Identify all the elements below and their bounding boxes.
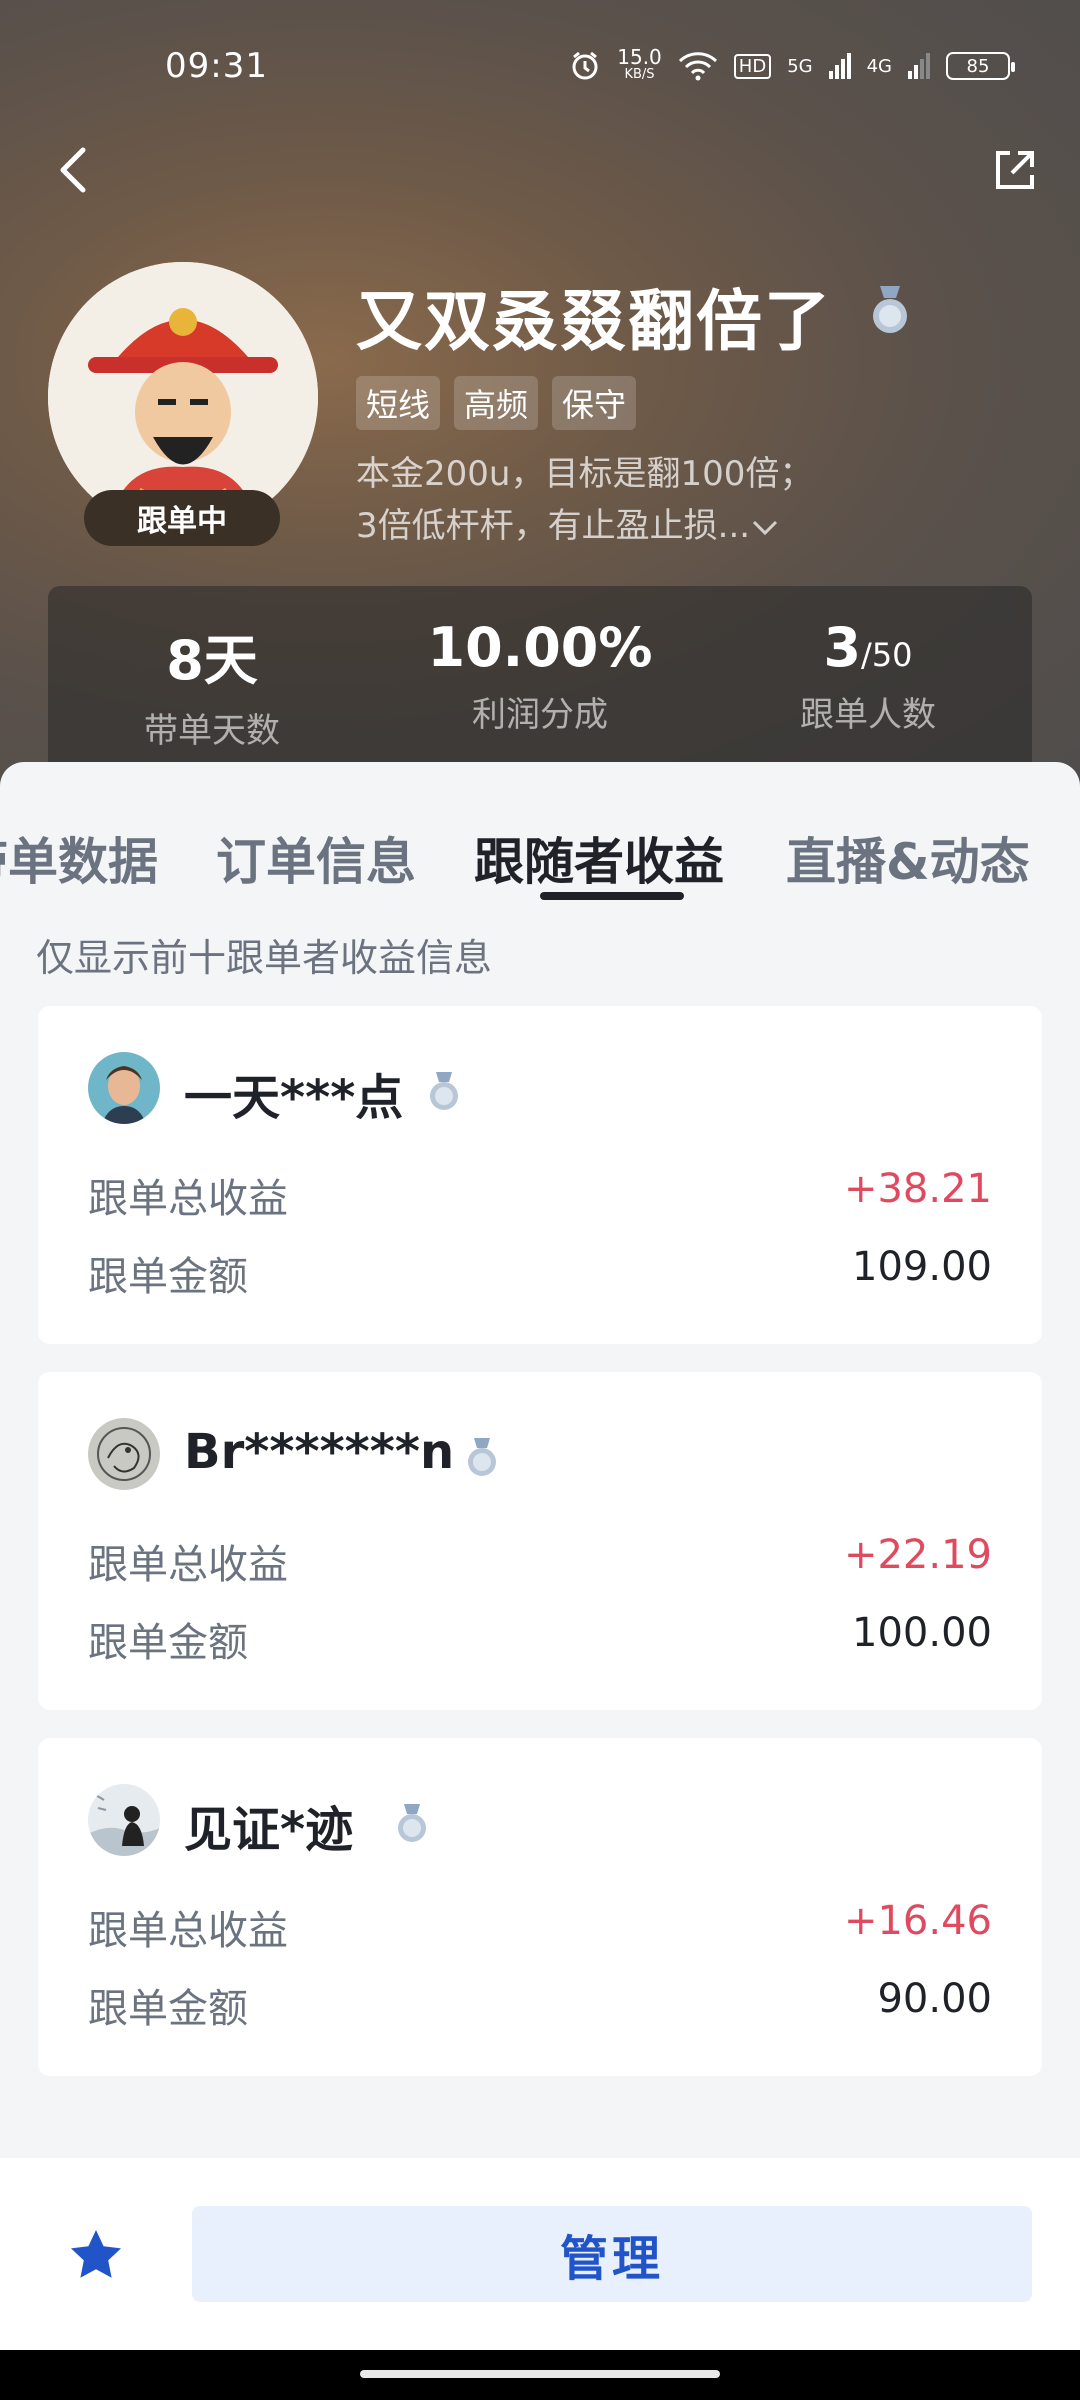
wifi-icon xyxy=(678,52,717,81)
medal-icon xyxy=(430,1072,458,1110)
tag-list: 短线 高频 保守 xyxy=(356,376,637,430)
signal-bars-icon-2 xyxy=(908,53,930,79)
content-sheet: 带单数据 订单信息 跟随者收益 直播&动态 仅显示前十跟单者收益信息 一天***… xyxy=(0,762,1080,2162)
signal-bars-icon xyxy=(828,53,851,79)
amount-label: 跟单金额 xyxy=(88,1986,248,2032)
battery-level: 85 xyxy=(966,55,990,77)
system-nav-bar xyxy=(0,2350,1080,2400)
chevron-down-icon[interactable] xyxy=(750,518,780,538)
net-speed-value: 15.0 xyxy=(617,45,662,69)
profit-label: 跟单总收益 xyxy=(88,1908,288,1954)
stat-label: 利润分成 xyxy=(472,695,608,735)
follower-card[interactable]: 见证*迹 跟单总收益 +16.46 跟单金额 90.00 xyxy=(38,1738,1042,2076)
status-bar: 09:31 15.0 KB/S HD 5G 4G 85 xyxy=(0,0,1080,130)
amount-label: 跟单金额 xyxy=(88,1254,248,1300)
stat-profit-share: 10.00% 利润分成 xyxy=(376,586,704,786)
trader-name: 又双叒叕翻倍了 xyxy=(356,283,832,360)
stat-value: 10.00% xyxy=(427,616,653,679)
signal-5g-icon: 5G xyxy=(787,55,813,77)
hd-icon: HD xyxy=(733,53,772,79)
profit-value: +38.21 xyxy=(843,1166,992,1212)
trader-bio[interactable]: 本金200u，目标是翻100倍； 3倍低杆杆，有止盈止损... xyxy=(356,448,916,552)
medal-icon[interactable] xyxy=(868,284,912,336)
stat-value-wrap: 3/50 xyxy=(823,616,912,679)
follower-avatar xyxy=(88,1784,160,1856)
follower-avatar xyxy=(88,1418,160,1490)
stat-lead-days: 8天 带单天数 xyxy=(48,586,376,786)
status-icons: 15.0 KB/S HD 5G 4G 85 xyxy=(569,45,1015,84)
profit-value: +16.46 xyxy=(843,1898,992,1944)
stat-label: 带单天数 xyxy=(144,711,280,751)
bio-line-2-text: 3倍低杆杆，有止盈止损... xyxy=(356,506,751,546)
follower-name: 见证*迹 xyxy=(184,1802,354,1858)
status-time: 09:31 xyxy=(165,46,268,86)
tag-high-frequency: 高频 xyxy=(454,376,539,430)
share-icon[interactable] xyxy=(990,145,1040,195)
manage-button[interactable]: 管理 xyxy=(192,2206,1032,2302)
star-icon[interactable] xyxy=(66,2226,126,2286)
tab-lead-data[interactable]: 带单数据 xyxy=(0,822,158,894)
signal-4g-icon: 4G xyxy=(866,55,892,77)
follower-card[interactable]: 一天***点 跟单总收益 +38.21 跟单金额 109.00 xyxy=(38,1006,1042,1344)
active-tab-indicator xyxy=(540,892,684,900)
battery-icon: 85 xyxy=(946,52,1015,80)
bio-line-1: 本金200u，目标是翻100倍； xyxy=(356,454,814,494)
stat-value: 8天 xyxy=(166,629,258,692)
back-arrow-icon[interactable] xyxy=(45,140,105,200)
follower-avatar xyxy=(88,1052,160,1124)
net-speed-unit: KB/S xyxy=(624,67,655,82)
bio-line-2: 3倍低杆杆，有止盈止损... xyxy=(356,500,916,552)
alarm-icon xyxy=(572,51,598,80)
amount-value: 100.00 xyxy=(852,1610,992,1656)
home-gesture-handle[interactable] xyxy=(360,2370,720,2378)
amount-value: 90.00 xyxy=(877,1976,992,2022)
tab-follower-earnings[interactable]: 跟随者收益 xyxy=(474,822,724,894)
tab-live-feed[interactable]: 直播&动态 xyxy=(786,822,1030,894)
medal-icon xyxy=(398,1804,426,1842)
profit-value: +22.19 xyxy=(843,1532,992,1578)
stat-suffix: /50 xyxy=(861,636,913,674)
tag-conservative: 保守 xyxy=(552,376,637,430)
stats-panel: 8天 带单天数 10.00% 利润分成 3/50 跟单人数 xyxy=(48,586,1032,786)
bottom-action-bar: 管理 xyxy=(0,2158,1080,2350)
follower-name: Br*******n xyxy=(184,1424,455,1480)
stat-value: 3 xyxy=(823,616,862,679)
top-ten-notice: 仅显示前十跟单者收益信息 xyxy=(36,936,493,980)
medal-icon xyxy=(468,1438,496,1476)
tab-bar: 带单数据 订单信息 跟随者收益 直播&动态 xyxy=(0,822,1080,902)
tag-short-term: 短线 xyxy=(356,376,441,430)
following-badge: 跟单中 xyxy=(84,490,280,546)
profit-label: 跟单总收益 xyxy=(88,1542,288,1588)
amount-value: 109.00 xyxy=(852,1244,992,1290)
amount-label: 跟单金额 xyxy=(88,1620,248,1666)
follower-name: 一天***点 xyxy=(184,1070,404,1126)
profit-label: 跟单总收益 xyxy=(88,1176,288,1222)
tab-order-info[interactable]: 订单信息 xyxy=(216,822,416,894)
follower-card[interactable]: Br*******n 跟单总收益 +22.19 跟单金额 100.00 xyxy=(38,1372,1042,1710)
net-speed: 15.0 KB/S xyxy=(617,45,662,84)
stat-label: 跟单人数 xyxy=(800,695,936,735)
stat-followers: 3/50 跟单人数 xyxy=(704,586,1032,786)
